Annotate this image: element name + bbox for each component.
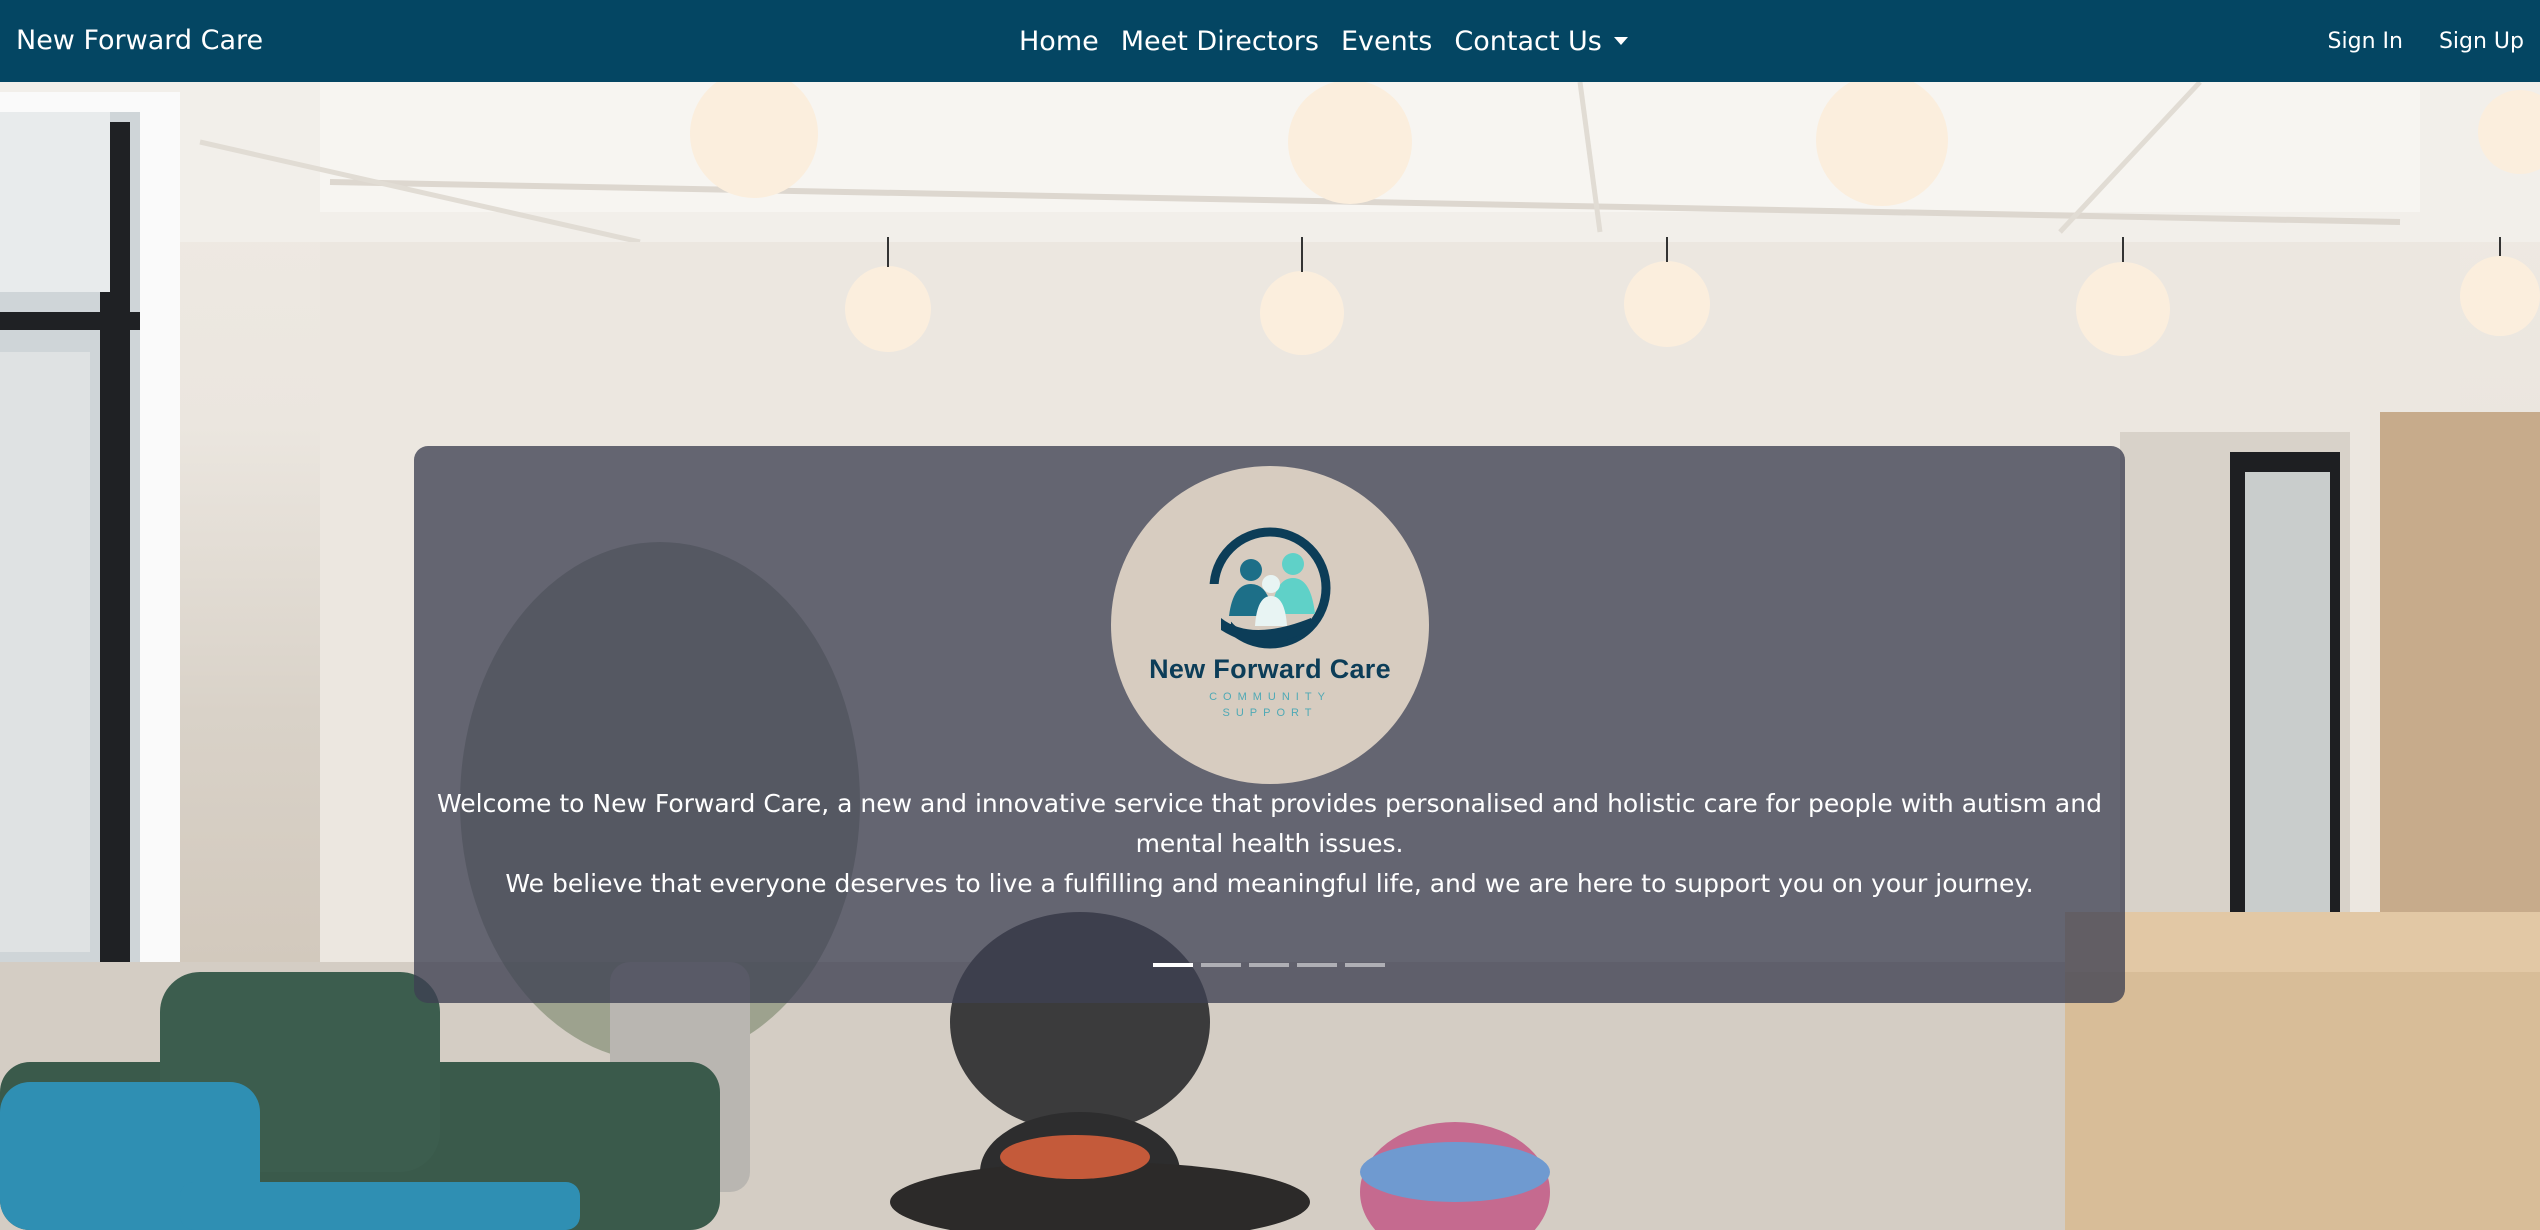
nav-contact-us-label: Contact Us bbox=[1454, 25, 1602, 57]
logo-subtitle-support: SUPPORT bbox=[1222, 707, 1318, 719]
caption-belief-text: We believe that everyone deserves to liv… bbox=[505, 869, 2034, 898]
new-forward-care-logo: New Forward Care COMMUNITY SUPPORT bbox=[1111, 466, 1429, 784]
nav-events[interactable]: Events bbox=[1341, 26, 1432, 57]
sign-in-link[interactable]: Sign In bbox=[2328, 29, 2403, 54]
carousel-caption: Welcome to New Forward Care, a new and i… bbox=[414, 784, 2125, 904]
nav-home[interactable]: Home bbox=[1019, 26, 1099, 57]
carousel-indicator-4[interactable] bbox=[1297, 963, 1337, 967]
navbar: New Forward Care Home Meet Directors Eve… bbox=[0, 0, 2540, 82]
carousel-indicator-5[interactable] bbox=[1345, 963, 1385, 967]
carousel-caption-panel: New Forward Care COMMUNITY SUPPORT Welco… bbox=[414, 446, 2125, 1003]
nav-meet-directors[interactable]: Meet Directors bbox=[1121, 26, 1319, 57]
logo-title: New Forward Care bbox=[1149, 654, 1391, 684]
caption-welcome-text: Welcome to New Forward Care, a new and i… bbox=[437, 789, 2102, 858]
hero-carousel: New Forward Care COMMUNITY SUPPORT Welco… bbox=[0, 82, 2540, 1230]
sign-up-link[interactable]: Sign Up bbox=[2439, 29, 2524, 54]
people-family-icon bbox=[1209, 527, 1331, 649]
carousel-indicator-2[interactable] bbox=[1201, 963, 1241, 967]
carousel-indicators bbox=[1153, 963, 1385, 967]
caret-down-icon bbox=[1613, 37, 1628, 45]
auth-nav: Sign In Sign Up bbox=[2328, 0, 2524, 82]
logo-subtitle-community: COMMUNITY bbox=[1209, 691, 1331, 703]
carousel-indicator-3[interactable] bbox=[1249, 963, 1289, 967]
nav-contact-us-dropdown[interactable]: Contact Us bbox=[1454, 25, 1628, 57]
main-nav: Home Meet Directors Events Contact Us bbox=[1019, 0, 1628, 82]
brand-link[interactable]: New Forward Care bbox=[16, 0, 263, 82]
carousel-indicator-1[interactable] bbox=[1153, 963, 1193, 967]
